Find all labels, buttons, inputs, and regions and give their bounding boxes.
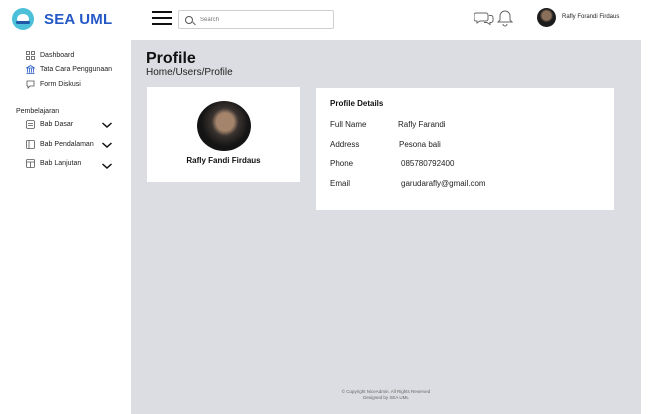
detail-label-email: Email <box>330 179 351 188</box>
main-content: Profile Home/Users/Profile Rafly Fandi F… <box>131 40 641 414</box>
page-title: Profile <box>146 50 196 67</box>
menu-toggle-icon[interactable] <box>152 11 172 25</box>
sidebar-item-tata-cara[interactable]: Tata Cara Penggunaan <box>26 65 112 74</box>
detail-label-phone: Phone <box>330 159 354 168</box>
sidebar-item-label: Bab Dasar <box>40 121 74 128</box>
section-label-pembelajaran: Pembelajaran <box>16 108 60 115</box>
detail-value-full-name: Rafly Farandi <box>398 120 446 129</box>
bell-icon[interactable] <box>497 9 513 27</box>
chevron-down-icon[interactable] <box>101 162 113 170</box>
sidebar: Dashboard Tata Cara Penggunaan Form Disk… <box>0 40 131 414</box>
sidebar-item-bab-pendalaman[interactable]: Bab Pendalaman <box>26 140 94 149</box>
chat-icon[interactable] <box>474 10 494 26</box>
sidebar-item-label: Bab Lanjutan <box>40 160 82 167</box>
profile-name: Rafly Fandi Firdaus <box>186 156 261 165</box>
layers-icon <box>26 120 35 129</box>
logo-icon <box>12 8 34 30</box>
detail-label-full-name: Full Name <box>330 120 367 129</box>
sidebar-item-label: Dashboard <box>40 52 75 59</box>
chevron-down-icon[interactable] <box>101 121 113 129</box>
grid-icon <box>26 51 35 60</box>
window-icon <box>26 159 35 168</box>
app-name: SEA UML <box>44 10 113 28</box>
sidebar-item-label: Bab Pendalaman <box>40 141 94 148</box>
top-header: SEA UML Rafly Forandi Firdaus <box>0 0 648 40</box>
detail-label-address: Address <box>330 140 360 149</box>
profile-details-card: Profile Details Full Name Rafly Farandi … <box>316 88 614 210</box>
sidebar-item-label: Form Diskusi <box>40 81 81 88</box>
sidebar-item-form-diskusi[interactable]: Form Diskusi <box>26 80 81 89</box>
chevron-down-icon[interactable] <box>101 141 113 149</box>
app-logo[interactable]: SEA UML <box>12 8 112 30</box>
sidebar-item-bab-dasar[interactable]: Bab Dasar <box>26 120 73 129</box>
page-footer: © Copyright NiceAdmin. All Rights Reserv… <box>131 389 641 401</box>
detail-value-phone: 085780792400 <box>401 159 455 168</box>
book-icon <box>26 140 35 149</box>
search-input[interactable] <box>200 16 330 23</box>
footer-designed-by: Designed by SEA UML <box>363 395 409 400</box>
profile-avatar <box>197 101 251 151</box>
detail-value-address: Pesona bali <box>399 140 441 149</box>
detail-value-email: garudarafly@gmail.com <box>401 179 486 188</box>
comment-icon <box>26 80 35 89</box>
profile-card: Rafly Fandi Firdaus <box>147 87 300 182</box>
details-title: Profile Details <box>330 99 384 108</box>
building-icon <box>26 65 35 74</box>
search-bar <box>178 10 334 29</box>
sidebar-item-dashboard[interactable]: Dashboard <box>26 51 74 60</box>
user-avatar[interactable] <box>537 8 556 27</box>
user-name[interactable]: Rafly Forandi Firdaus <box>562 14 619 20</box>
search-icon[interactable] <box>185 15 193 24</box>
sidebar-item-label: Tata Cara Penggunaan <box>40 66 112 73</box>
breadcrumb[interactable]: Home/Users/Profile <box>146 67 233 78</box>
sidebar-item-bab-lanjutan[interactable]: Bab Lanjutan <box>26 159 81 168</box>
